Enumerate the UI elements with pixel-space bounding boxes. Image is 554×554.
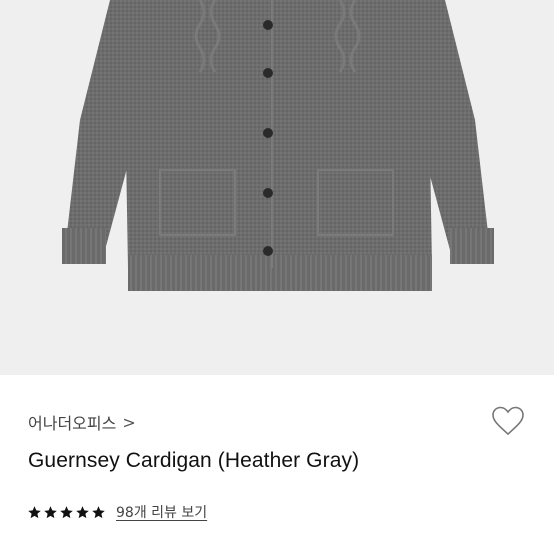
cardigan-illustration bbox=[62, 0, 494, 291]
rating-row: 98개 리뷰 보기 bbox=[27, 502, 207, 522]
product-title: Guernsey Cardigan (Heather Gray) bbox=[28, 449, 360, 472]
review-count-link[interactable]: 98개 리뷰 보기 bbox=[116, 502, 207, 522]
star-icon bbox=[91, 505, 106, 520]
heart-outline-icon bbox=[492, 406, 524, 436]
star-icon bbox=[43, 505, 58, 520]
brand-link[interactable]: 어나더오피스 > bbox=[28, 410, 136, 434]
chevron-right-icon: > bbox=[122, 412, 136, 432]
star-icon bbox=[59, 505, 74, 520]
star-icon bbox=[75, 505, 90, 520]
rating-stars bbox=[27, 505, 106, 520]
brand-name: 어나더오피스 bbox=[28, 414, 117, 433]
star-icon bbox=[27, 505, 42, 520]
product-image[interactable] bbox=[0, 0, 554, 375]
like-button[interactable] bbox=[488, 402, 528, 440]
